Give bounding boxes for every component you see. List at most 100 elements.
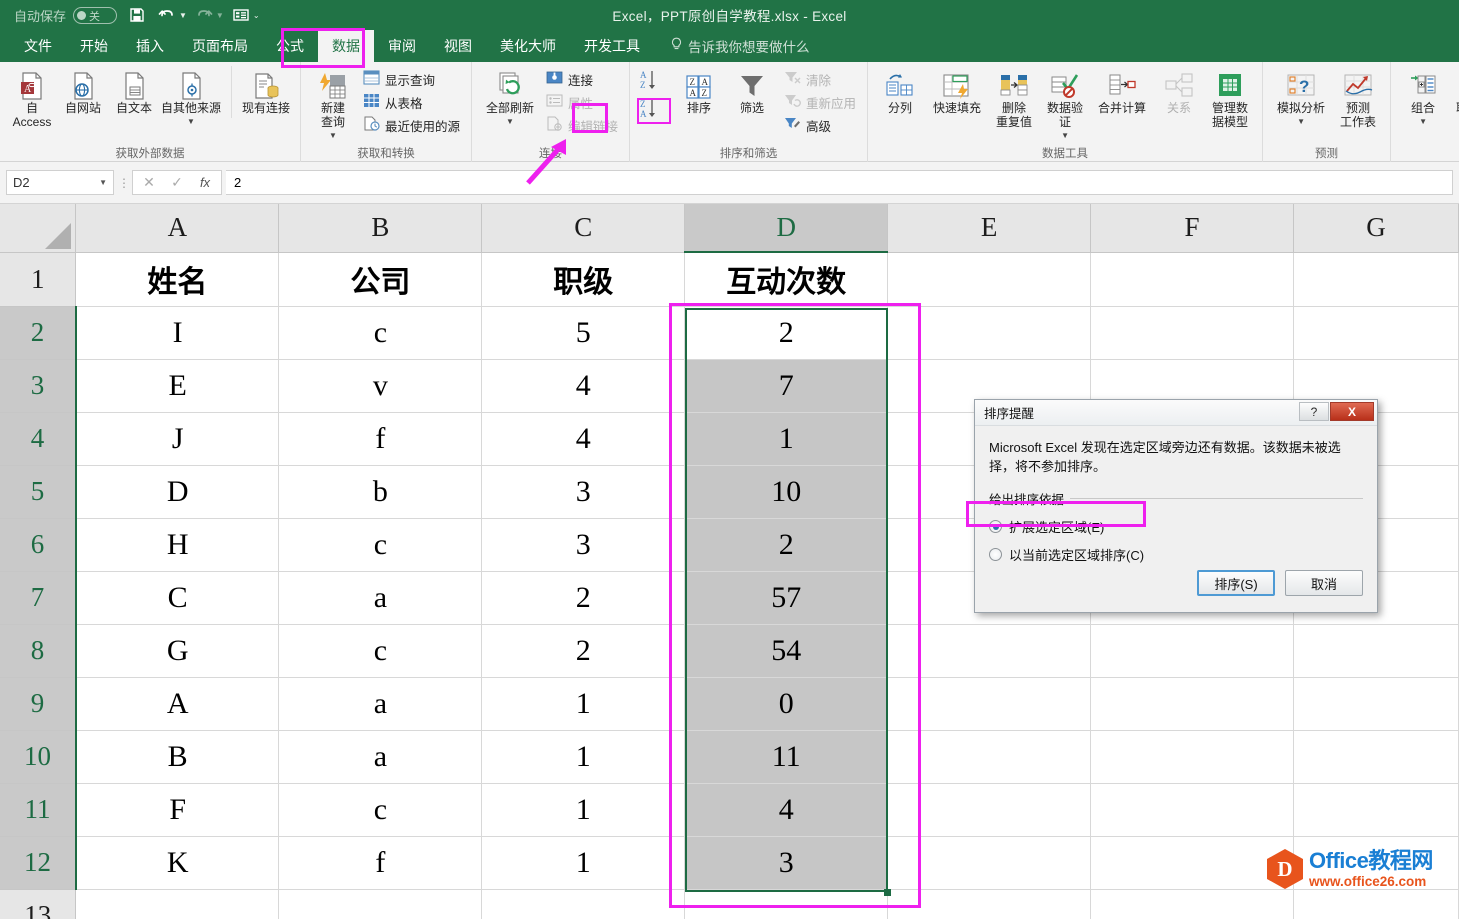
chevron-down-icon[interactable]: ▼ [329, 129, 337, 143]
cell-g1[interactable] [1293, 252, 1459, 307]
cell-b5[interactable]: b [278, 465, 483, 519]
sort-z-to-a-button[interactable]: ZA [637, 98, 672, 124]
cell-e13[interactable] [887, 889, 1092, 919]
cell-c8[interactable]: 2 [481, 624, 686, 678]
chevron-down-icon[interactable]: ▼ [1297, 115, 1305, 129]
cell-b8[interactable]: c [278, 624, 483, 678]
connections-button[interactable]: 连接 [542, 68, 622, 90]
new-query-button[interactable]: 新建 查询 ▼ [308, 66, 358, 146]
cell-f12[interactable] [1090, 836, 1294, 890]
cell-b12[interactable]: f [278, 836, 483, 890]
cell-a8[interactable]: G [75, 624, 280, 678]
row-header-6[interactable]: 6 [0, 518, 77, 572]
redo-icon[interactable] [191, 3, 217, 27]
cell-f1[interactable] [1090, 252, 1294, 307]
row-header-11[interactable]: 11 [0, 783, 77, 837]
cell-g9[interactable] [1293, 677, 1459, 731]
cell-d3[interactable]: 7 [684, 359, 889, 413]
refresh-all-button[interactable]: 全部刷新 ▼ [479, 66, 541, 132]
cell-c6[interactable]: 3 [481, 518, 686, 572]
cell-c13[interactable] [481, 889, 686, 919]
cell-a7[interactable]: C [75, 571, 280, 625]
cell-f10[interactable] [1090, 730, 1294, 784]
what-if-analysis-button[interactable]: ? 模拟分析 ▼ [1270, 66, 1332, 132]
advanced-filter-button[interactable]: 高级 [780, 114, 860, 136]
tab-beautify-master[interactable]: 美化大师 [486, 30, 570, 62]
flash-fill-button[interactable]: 快速填充 [926, 66, 988, 118]
sort-dialog-button[interactable]: ZAAZ 排序 [674, 66, 724, 118]
cell-e2[interactable] [887, 306, 1092, 360]
touch-mouse-mode-icon[interactable] [228, 3, 254, 27]
cell-c11[interactable]: 1 [481, 783, 686, 837]
undo-icon[interactable] [154, 3, 180, 27]
cell-c3[interactable]: 4 [481, 359, 686, 413]
tab-insert[interactable]: 插入 [122, 30, 178, 62]
name-box[interactable]: D2 ▼ [6, 170, 114, 195]
cell-d7[interactable]: 57 [684, 571, 889, 625]
from-web-button[interactable]: 自网站 [58, 66, 108, 118]
cell-d9[interactable]: 0 [684, 677, 889, 731]
help-icon[interactable]: ? [1299, 402, 1329, 421]
radio-button-unselected-icon[interactable] [989, 548, 1002, 561]
row-header-12[interactable]: 12 [0, 836, 77, 890]
cell-f8[interactable] [1090, 624, 1294, 678]
dialog-title-bar[interactable]: 排序提醒 ? X [975, 400, 1377, 426]
autosave-switch[interactable]: 关 [73, 7, 118, 24]
column-header-b[interactable]: B [278, 204, 483, 253]
cell-e10[interactable] [887, 730, 1092, 784]
cell-c10[interactable]: 1 [481, 730, 686, 784]
cell-c7[interactable]: 2 [481, 571, 686, 625]
tab-view[interactable]: 视图 [430, 30, 486, 62]
select-all-button[interactable] [0, 204, 77, 253]
cell-e12[interactable] [887, 836, 1092, 890]
radio-sort-current-selection[interactable]: 以当前选定区域排序(C) [989, 545, 1363, 564]
cell-d11[interactable]: 4 [684, 783, 889, 837]
row-header-4[interactable]: 4 [0, 412, 77, 466]
show-queries-button[interactable]: 显示查询 [359, 68, 464, 90]
tab-home[interactable]: 开始 [66, 30, 122, 62]
selection-fill-handle[interactable] [884, 889, 891, 896]
chevron-down-icon[interactable]: ▼ [506, 115, 514, 129]
cell-d12[interactable]: 3 [684, 836, 889, 890]
cell-c12[interactable]: 1 [481, 836, 686, 890]
cancel-button[interactable]: 取消 [1285, 570, 1363, 596]
cell-b1[interactable]: 公司 [278, 252, 483, 307]
chevron-down-icon[interactable]: ▼ [187, 115, 195, 129]
cell-f9[interactable] [1090, 677, 1294, 731]
column-header-e[interactable]: E [887, 204, 1092, 253]
column-header-d[interactable]: D [684, 204, 889, 253]
cell-b10[interactable]: a [278, 730, 483, 784]
cell-b3[interactable]: v [278, 359, 483, 413]
tab-review[interactable]: 审阅 [374, 30, 430, 62]
undo-dropdown-icon[interactable]: ▼ [179, 11, 187, 20]
cell-c1[interactable]: 职级 [481, 252, 686, 307]
cell-d10[interactable]: 11 [684, 730, 889, 784]
cell-g13[interactable] [1293, 889, 1459, 919]
cell-g11[interactable] [1293, 783, 1459, 837]
row-header-1[interactable]: 1 [0, 252, 77, 307]
cell-f13[interactable] [1090, 889, 1294, 919]
cell-g10[interactable] [1293, 730, 1459, 784]
cell-a13[interactable] [75, 889, 280, 919]
cell-d6[interactable]: 2 [684, 518, 889, 572]
name-box-dropdown-icon[interactable]: ▼ [99, 178, 107, 187]
tab-developer[interactable]: 开发工具 [570, 30, 654, 62]
recent-sources-button[interactable]: 最近使用的源 [359, 114, 464, 136]
row-header-5[interactable]: 5 [0, 465, 77, 519]
cell-b13[interactable] [278, 889, 483, 919]
cell-a5[interactable]: D [75, 465, 280, 519]
customize-qat-icon[interactable]: ⌄ [253, 11, 260, 20]
tell-me-search[interactable]: 告诉我你想要做什么 [654, 30, 810, 62]
cell-d1[interactable]: 互动次数 [684, 252, 889, 307]
cell-a2[interactable]: I [75, 306, 280, 360]
cell-a1[interactable]: 姓名 [75, 252, 280, 307]
cell-a12[interactable]: K [75, 836, 280, 890]
tab-data[interactable]: 数据 [318, 30, 374, 62]
cell-c2[interactable]: 5 [481, 306, 686, 360]
sort-a-to-z-button[interactable]: AZ [637, 69, 671, 95]
from-text-button[interactable]: 自文本 [109, 66, 159, 118]
cell-d2[interactable]: 2 [684, 306, 889, 360]
text-to-columns-button[interactable]: 分列 [875, 66, 925, 118]
cell-f2[interactable] [1090, 306, 1294, 360]
redo-dropdown-icon[interactable]: ▼ [216, 11, 224, 20]
